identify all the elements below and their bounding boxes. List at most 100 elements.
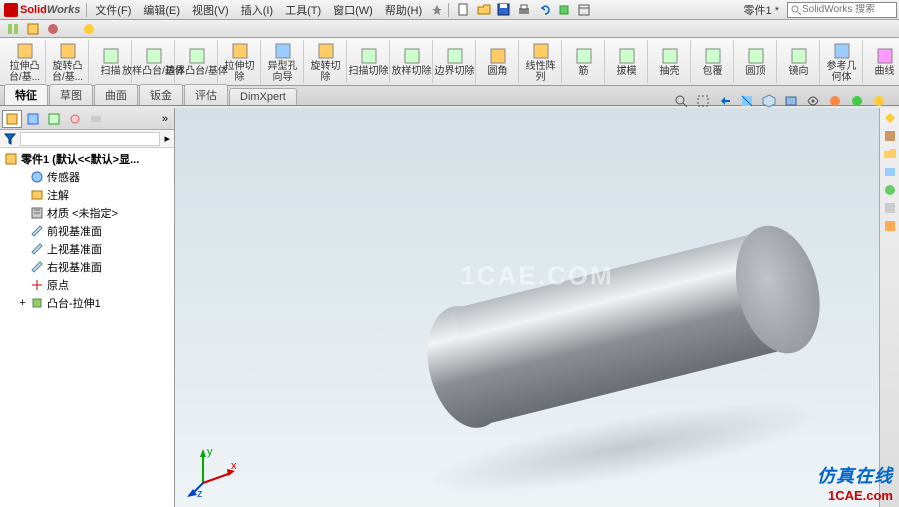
rib-icon xyxy=(574,46,594,66)
filter-input[interactable] xyxy=(20,132,160,146)
qa-btn-2[interactable] xyxy=(24,21,42,37)
hole-wizard-button[interactable]: 异型孔向导 xyxy=(262,40,304,83)
revolve-button[interactable]: 旋转凸台/基... xyxy=(47,40,89,83)
tree-item[interactable]: +凸台-拉伸1 xyxy=(2,294,172,312)
svg-text:x: x xyxy=(231,460,237,472)
footer-line-1: 仿真在线 xyxy=(817,462,893,488)
quick-access-toolbar xyxy=(451,2,597,18)
menu-帮助[interactable]: 帮助(H) xyxy=(379,2,428,18)
tree-item[interactable]: 材质 <未指定> xyxy=(2,204,172,222)
resources-tab[interactable] xyxy=(882,110,898,126)
ref-geom-button[interactable]: 参考几何体 xyxy=(821,40,863,83)
extrude-button[interactable]: 拉伸凸台/基... xyxy=(4,40,46,83)
tab-钣金[interactable]: 钣金 xyxy=(139,84,183,105)
curves-button[interactable]: 曲线 xyxy=(864,40,899,83)
hole-wizard-icon xyxy=(273,41,293,61)
tree-item[interactable]: 原点 xyxy=(2,276,172,294)
menu-插入[interactable]: 插入(I) xyxy=(235,2,279,18)
linear-pattern-button[interactable]: 线性阵列 xyxy=(520,40,562,83)
part-icon xyxy=(4,152,18,166)
rebuild-button[interactable] xyxy=(555,2,573,18)
tree-item[interactable]: 右视基准面 xyxy=(2,258,172,276)
appearances-tab[interactable] xyxy=(882,182,898,198)
pin-icon[interactable] xyxy=(428,2,446,18)
tp-btn-7[interactable] xyxy=(882,218,898,234)
feature-tree[interactable]: 零件1 (默认<<默认>显... 传感器注解材质 <未指定>前视基准面上视基准面… xyxy=(0,148,174,507)
dome-button[interactable]: 圆顶 xyxy=(735,40,777,83)
cut-extrude-button[interactable]: 拉伸切除 xyxy=(219,40,261,83)
feature-manager-panel: » ▸ 零件1 (默认<<默认>显... 传感器注解材质 <未指定>前视基准面上… xyxy=(0,108,175,507)
panel-collapse-icon[interactable]: » xyxy=(158,113,172,125)
loft-icon xyxy=(144,46,164,66)
tab-DimXpert[interactable]: DimXpert xyxy=(229,88,297,105)
view-palette-tab[interactable] xyxy=(882,164,898,180)
draft-button[interactable]: 拔模 xyxy=(606,40,648,83)
tab-曲面[interactable]: 曲面 xyxy=(94,84,138,105)
document-title: 零件1 * xyxy=(744,2,779,18)
plane-icon xyxy=(30,224,44,238)
tree-root[interactable]: 零件1 (默认<<默认>显... xyxy=(2,150,172,168)
mirror-button[interactable]: 镜向 xyxy=(778,40,820,83)
open-button[interactable] xyxy=(475,2,493,18)
menu-编辑[interactable]: 编辑(E) xyxy=(137,2,186,18)
cut-loft-button[interactable]: 放样切除 xyxy=(391,40,433,83)
custom-props-tab[interactable] xyxy=(882,200,898,216)
config-manager-tab[interactable] xyxy=(44,110,64,128)
wrap-button[interactable]: 包覆 xyxy=(692,40,734,83)
cut-sweep-icon xyxy=(359,46,379,66)
tab-特征[interactable]: 特征 xyxy=(4,84,48,105)
qa-btn-1[interactable] xyxy=(4,21,22,37)
menu-工具[interactable]: 工具(T) xyxy=(279,2,327,18)
panel-tabs: » xyxy=(0,108,174,130)
cut-boundary-button[interactable]: 边界切除 xyxy=(434,40,476,83)
save-button[interactable] xyxy=(495,2,513,18)
menu-视图[interactable]: 视图(V) xyxy=(186,2,235,18)
print-button[interactable] xyxy=(515,2,533,18)
filter-arrow-icon[interactable]: ▸ xyxy=(164,132,170,145)
display-manager-tab[interactable] xyxy=(86,110,106,128)
plane-icon xyxy=(30,260,44,274)
file-explorer-tab[interactable] xyxy=(882,146,898,162)
graphics-viewport[interactable]: 1CAE.COM y x z 仿真在线 1CAE.com xyxy=(175,108,899,507)
linear-pattern-icon xyxy=(531,41,551,61)
shell-button[interactable]: 抽壳 xyxy=(649,40,691,83)
cut-sweep-button[interactable]: 扫描切除 xyxy=(348,40,390,83)
undo-button[interactable] xyxy=(535,2,553,18)
filter-icon[interactable] xyxy=(4,133,16,145)
options-button[interactable] xyxy=(575,2,593,18)
tree-item[interactable]: 传感器 xyxy=(2,168,172,186)
watermark-center: 1CAE.COM xyxy=(460,260,613,291)
fillet-button[interactable]: 圆角 xyxy=(477,40,519,83)
draft-icon xyxy=(617,46,637,66)
boundary-icon xyxy=(187,46,207,66)
search-box[interactable] xyxy=(787,2,897,18)
boundary-button[interactable]: 边界凸台/基体 xyxy=(176,40,218,83)
tree-filter-row: ▸ xyxy=(0,130,174,148)
new-doc-button[interactable] xyxy=(455,2,473,18)
feature-tree-tab[interactable] xyxy=(2,110,22,128)
tree-item[interactable]: 注解 xyxy=(2,186,172,204)
qa-btn-4[interactable] xyxy=(80,21,98,37)
secondary-toolbar xyxy=(0,20,899,38)
annotation-icon xyxy=(30,188,44,202)
menu-窗口[interactable]: 窗口(W) xyxy=(327,2,379,18)
fillet-icon xyxy=(488,46,508,66)
tree-item[interactable]: 上视基准面 xyxy=(2,240,172,258)
design-library-tab[interactable] xyxy=(882,128,898,144)
tree-item[interactable]: 前视基准面 xyxy=(2,222,172,240)
rib-button[interactable]: 筋 xyxy=(563,40,605,83)
origin-icon xyxy=(30,278,44,292)
svg-text:y: y xyxy=(207,446,213,458)
property-manager-tab[interactable] xyxy=(23,110,43,128)
dimxpert-tab[interactable] xyxy=(65,110,85,128)
cut-revolve-icon xyxy=(316,41,336,61)
tab-草图[interactable]: 草图 xyxy=(49,84,93,105)
search-input[interactable] xyxy=(802,4,882,15)
qa-btn-3[interactable] xyxy=(44,21,62,37)
menu-文件[interactable]: 文件(F) xyxy=(89,2,137,18)
body-area: » ▸ 零件1 (默认<<默认>显... 传感器注解材质 <未指定>前视基准面上… xyxy=(0,108,899,507)
task-pane-tabs xyxy=(879,108,899,507)
tab-评估[interactable]: 评估 xyxy=(184,84,228,105)
cut-revolve-button[interactable]: 旋转切除 xyxy=(305,40,347,83)
orientation-triad[interactable]: y x z xyxy=(183,443,239,499)
